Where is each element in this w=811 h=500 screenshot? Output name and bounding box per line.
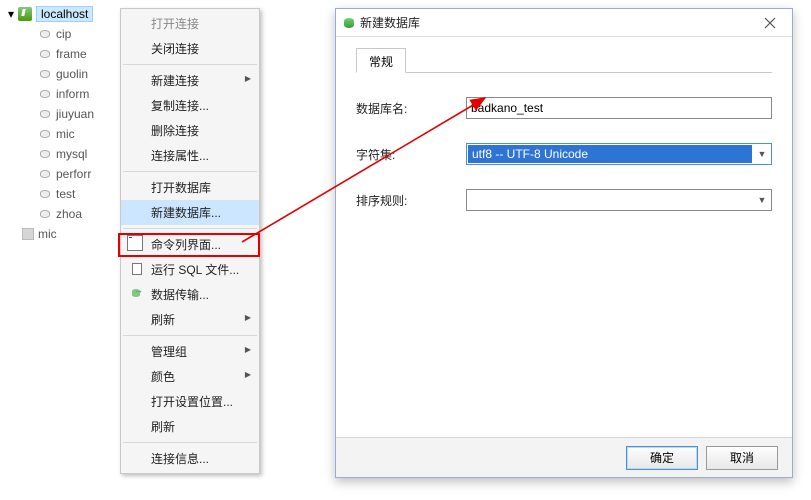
select-charset[interactable]: utf8 -- UTF-8 Unicode ▼ [466, 143, 772, 165]
ok-button[interactable]: 确定 [626, 446, 698, 470]
server-icon [18, 7, 32, 21]
menu-command-line[interactable]: 命令列界面... [121, 232, 259, 257]
menu-divider [123, 335, 257, 336]
menu-connection-info[interactable]: 连接信息... [121, 446, 259, 471]
database-icon [38, 128, 52, 140]
tree-root-label: localhost [36, 6, 93, 22]
dialog-titlebar[interactable]: 新建数据库 [336, 9, 792, 37]
dialog-tabs: 常规 [356, 47, 772, 73]
database-icon [38, 48, 52, 60]
menu-data-transfer[interactable]: 数据传输... [121, 282, 259, 307]
submenu-arrow-icon: ▶ [245, 74, 251, 83]
new-database-dialog: 新建数据库 常规 数据库名: 字符集: utf8 -- UTF-8 Unicod… [335, 8, 793, 478]
select-charset-value: utf8 -- UTF-8 Unicode [468, 145, 752, 163]
cli-icon [127, 235, 143, 251]
menu-refresh[interactable]: 刷新▶ [121, 307, 259, 332]
menu-divider [123, 442, 257, 443]
menu-new-database[interactable]: 新建数据库... [121, 200, 259, 225]
dialog-title: 新建数据库 [360, 14, 420, 31]
database-icon [38, 88, 52, 100]
sql-file-icon [127, 260, 143, 276]
close-icon [764, 17, 776, 29]
database-icon [38, 28, 52, 40]
menu-header: 打开连接 [121, 11, 259, 36]
label-database-name: 数据库名: [356, 100, 466, 117]
tab-general[interactable]: 常规 [356, 48, 406, 73]
menu-divider [123, 171, 257, 172]
label-collation: 排序规则: [356, 192, 466, 209]
menu-divider [123, 228, 257, 229]
select-collation[interactable]: ▼ [466, 189, 772, 211]
menu-divider [123, 64, 257, 65]
database-icon [38, 68, 52, 80]
database-icon [38, 108, 52, 120]
database-icon [38, 208, 52, 220]
input-database-name[interactable] [466, 97, 772, 119]
label-charset: 字符集: [356, 146, 466, 163]
cancel-button[interactable]: 取消 [706, 446, 778, 470]
menu-manage-group[interactable]: 管理组▶ [121, 339, 259, 364]
database-icon [38, 188, 52, 200]
menu-open-settings-location[interactable]: 打开设置位置... [121, 389, 259, 414]
dialog-footer: 确定 取消 [336, 437, 792, 477]
menu-color[interactable]: 颜色▶ [121, 364, 259, 389]
close-button[interactable] [748, 9, 792, 37]
database-icon [38, 168, 52, 180]
menu-run-sql[interactable]: 运行 SQL 文件... [121, 257, 259, 282]
menu-connection-properties[interactable]: 连接属性... [121, 143, 259, 168]
database-icon [342, 16, 356, 30]
menu-new-connection[interactable]: 新建连接▶ [121, 68, 259, 93]
data-transfer-icon [127, 285, 143, 301]
menu-refresh[interactable]: 刷新 [121, 414, 259, 439]
dropdown-icon: ▼ [753, 195, 771, 205]
submenu-arrow-icon: ▶ [245, 370, 251, 379]
connection-context-menu: 打开连接 关闭连接 新建连接▶ 复制连接... 删除连接 连接属性... 打开数… [120, 8, 260, 474]
menu-delete-connection[interactable]: 删除连接 [121, 118, 259, 143]
menu-duplicate-connection[interactable]: 复制连接... [121, 93, 259, 118]
submenu-arrow-icon: ▶ [245, 345, 251, 354]
placeholder-icon [22, 228, 34, 240]
menu-open-database[interactable]: 打开数据库 [121, 175, 259, 200]
dropdown-icon: ▼ [753, 149, 771, 159]
menu-close-connection[interactable]: 关闭连接 [121, 36, 259, 61]
submenu-arrow-icon: ▶ [245, 313, 251, 322]
collapse-icon: ▾ [8, 7, 18, 21]
database-icon [38, 148, 52, 160]
